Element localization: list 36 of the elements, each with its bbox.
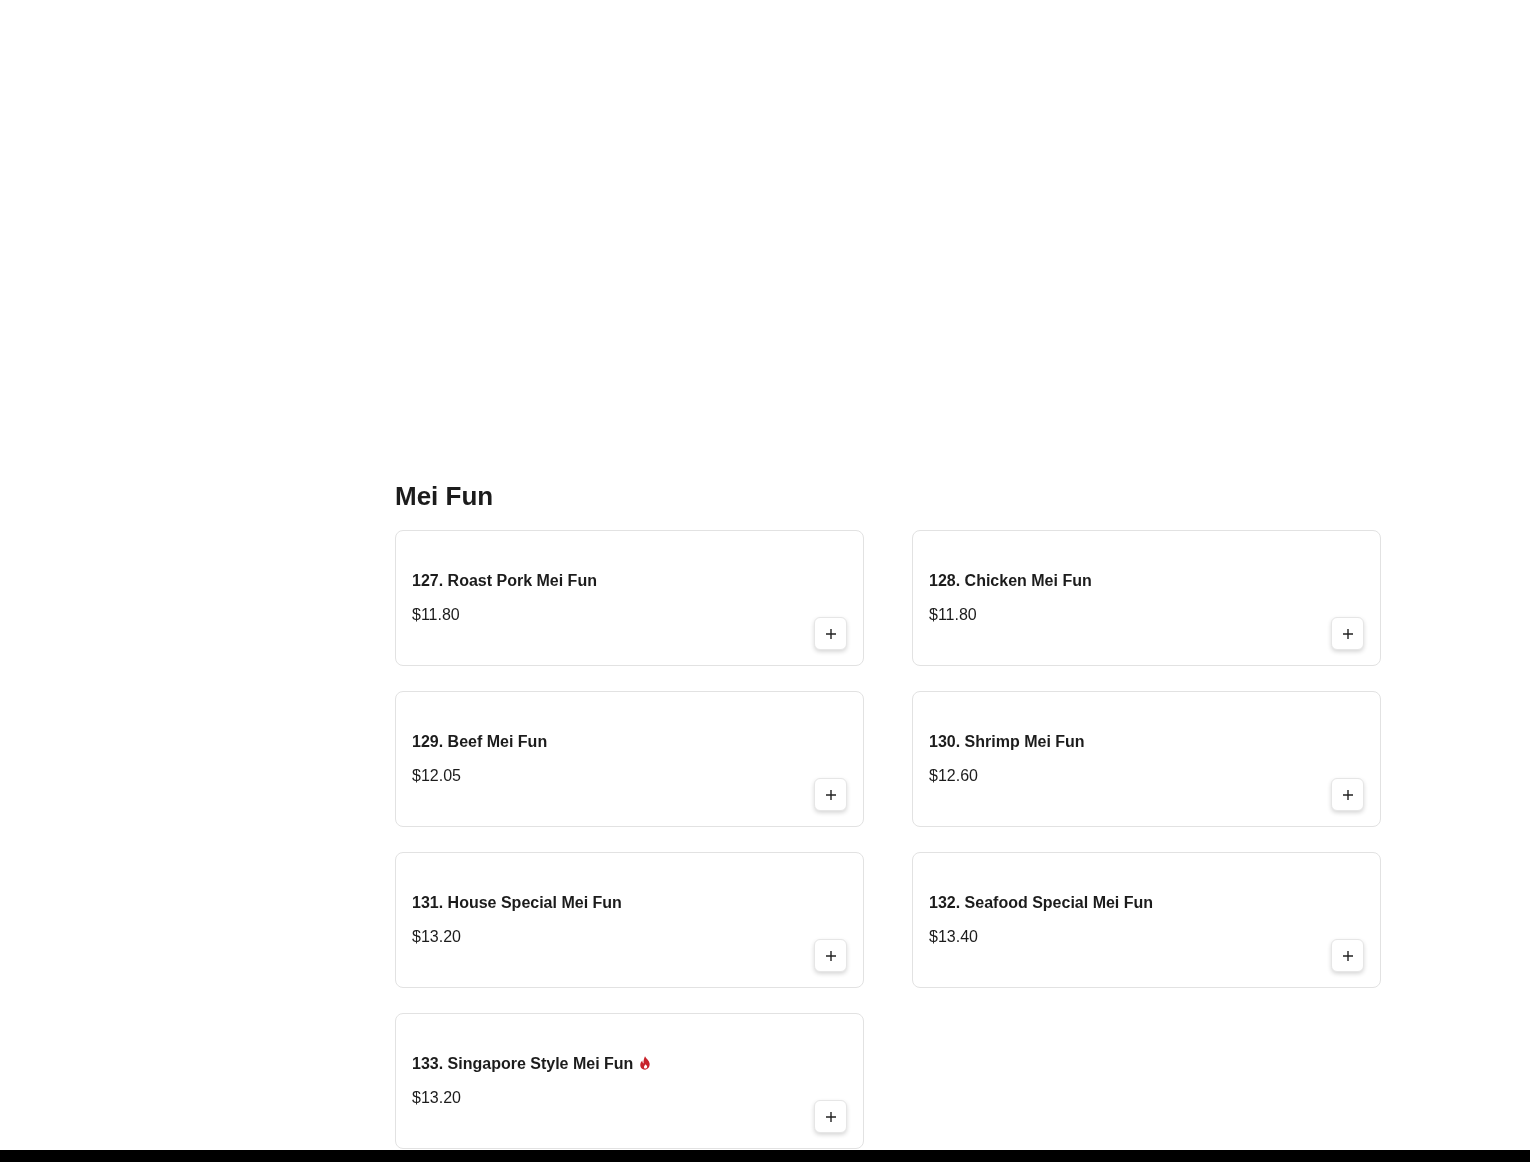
item-price: $12.60	[929, 766, 978, 786]
add-button[interactable]	[1331, 778, 1364, 811]
plus-icon	[825, 1111, 836, 1122]
section-heading: Mei Fun	[395, 481, 494, 511]
add-button[interactable]	[814, 617, 847, 650]
add-button[interactable]	[814, 939, 847, 972]
item-price: $13.40	[929, 927, 978, 947]
item-price: $11.80	[929, 605, 977, 625]
item-price: $12.05	[412, 766, 461, 786]
item-name: 128. Chicken Mei Fun	[929, 571, 1092, 591]
add-button[interactable]	[814, 1100, 847, 1133]
plus-icon	[825, 628, 836, 639]
item-price: $13.20	[412, 1088, 461, 1108]
plus-icon	[1342, 628, 1353, 639]
plus-icon	[1342, 789, 1353, 800]
menu-item-card[interactable]: 127. Roast Pork Mei Fun $11.80	[395, 530, 864, 666]
add-button[interactable]	[1331, 939, 1364, 972]
item-price: $11.80	[412, 605, 460, 625]
menu-item-card[interactable]: 132. Seafood Special Mei Fun $13.40	[912, 852, 1381, 988]
plus-icon	[825, 950, 836, 961]
item-name: 127. Roast Pork Mei Fun	[412, 571, 597, 591]
add-button[interactable]	[814, 778, 847, 811]
item-name: 132. Seafood Special Mei Fun	[929, 893, 1154, 913]
item-name: 129. Beef Mei Fun	[412, 732, 548, 752]
menu-item-card[interactable]: 131. House Special Mei Fun $13.20	[395, 852, 864, 988]
add-button[interactable]	[1331, 617, 1364, 650]
menu-item-card[interactable]: 128. Chicken Mei Fun $11.80	[912, 530, 1381, 666]
menu-item-card[interactable]: 133. Singapore Style Mei Fun $13.20	[395, 1013, 864, 1149]
menu-item-card[interactable]: 129. Beef Mei Fun $12.05	[395, 691, 864, 827]
item-name: 131. House Special Mei Fun	[412, 893, 622, 913]
item-name: 133. Singapore Style Mei Fun	[412, 1054, 634, 1074]
plus-icon	[1342, 950, 1353, 961]
plus-icon	[825, 789, 836, 800]
item-name: 130. Shrimp Mei Fun	[929, 732, 1085, 752]
menu-item-card[interactable]: 130. Shrimp Mei Fun $12.60	[912, 691, 1381, 827]
item-price: $13.20	[412, 927, 461, 947]
